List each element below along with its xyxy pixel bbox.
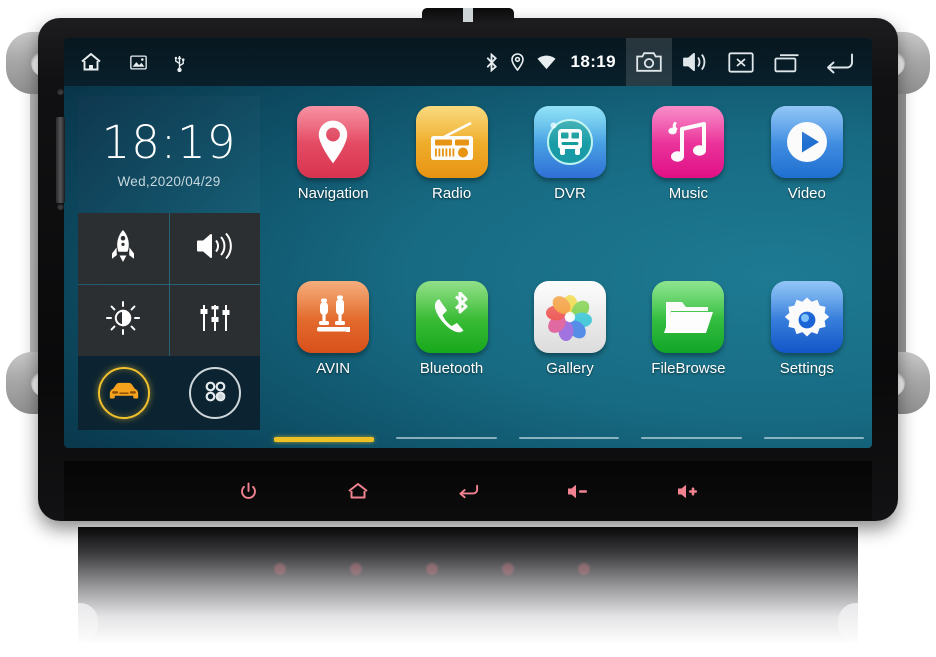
left-edge-ports — [52, 88, 74, 210]
home-button[interactable] — [341, 474, 375, 508]
hardware-button-strip — [64, 461, 872, 521]
clock-time: 18:19 — [101, 116, 237, 169]
folder-icon — [652, 281, 725, 353]
back-button[interactable] — [451, 474, 485, 508]
volume-down-button[interactable] — [561, 474, 595, 508]
app-label: Settings — [779, 360, 834, 377]
flower-icon — [533, 281, 606, 353]
home-screen: 18:19 Wed,2020/04/29 Navigation Radio DV… — [64, 86, 872, 448]
wifi-icon — [536, 55, 556, 70]
av-plug-icon — [297, 281, 370, 353]
clock-widget[interactable]: 18:19 Wed,2020/04/29 — [78, 96, 260, 213]
map-pin-icon — [297, 106, 370, 178]
car-mode-button[interactable] — [97, 367, 150, 419]
music-note-icon — [652, 106, 725, 178]
device-reflection — [78, 527, 858, 645]
app-music[interactable]: Music — [629, 98, 747, 273]
app-radio[interactable]: Radio — [392, 98, 510, 273]
app-gallery[interactable]: Gallery — [511, 273, 629, 448]
camera-button[interactable] — [626, 38, 672, 86]
app-label: Video — [787, 185, 826, 202]
home-icon[interactable] — [78, 50, 104, 74]
location-pin-icon — [510, 53, 524, 71]
usb-icon[interactable] — [173, 53, 186, 72]
app-video[interactable]: Video — [748, 98, 866, 273]
top-mount-slot — [463, 8, 473, 22]
app-label: DVR — [554, 185, 586, 202]
gear-icon — [770, 281, 843, 353]
recent-apps-button[interactable] — [764, 38, 810, 86]
status-bar-clock: 18:19 — [570, 52, 616, 71]
widget-dock — [78, 356, 260, 430]
app-filebrowse[interactable]: FileBrowse — [629, 273, 747, 448]
app-grid: Navigation Radio DVR Music Video AVIN Bl… — [260, 96, 872, 448]
screenshot-gallery-icon[interactable] — [130, 54, 147, 70]
app-bluetooth[interactable]: Bluetooth — [392, 273, 510, 448]
app-label: Bluetooth — [419, 360, 484, 377]
play-icon — [770, 106, 843, 178]
brightness-tile[interactable] — [78, 285, 169, 356]
volume-button[interactable] — [672, 38, 718, 86]
back-button[interactable] — [810, 38, 868, 86]
apps-dots-icon — [200, 376, 230, 411]
page-indicator-dot[interactable] — [396, 437, 497, 439]
app-navigation[interactable]: Navigation — [274, 98, 392, 273]
app-label: Navigation — [297, 185, 369, 202]
reset-pinhole[interactable] — [57, 203, 64, 210]
system-status-icons: 18:19 — [485, 52, 626, 72]
bt-phone-icon — [415, 281, 488, 353]
app-label: AVIN — [316, 360, 351, 377]
app-label: Radio — [431, 185, 472, 202]
close-icon[interactable] — [718, 38, 764, 86]
sd-indicator-hole — [57, 88, 64, 95]
all-apps-button[interactable] — [188, 367, 241, 419]
car-icon — [107, 380, 141, 407]
page-indicator-dot[interactable] — [518, 437, 620, 439]
quick-settings-tiles — [78, 213, 260, 356]
dashcam-icon — [533, 106, 606, 178]
speaker-waves-icon — [196, 231, 234, 266]
boost-tile[interactable] — [78, 213, 169, 284]
volume-up-button[interactable] — [671, 474, 705, 508]
app-label: Gallery — [546, 360, 594, 377]
sd-card-slot[interactable] — [56, 117, 65, 203]
page-indicator-dot[interactable] — [274, 437, 375, 442]
page-indicator — [274, 437, 865, 442]
equalizer-tile[interactable] — [169, 285, 260, 356]
power-button[interactable] — [231, 474, 265, 508]
app-dvr[interactable]: DVR — [511, 98, 629, 273]
clock-date: Wed,2020/04/29 — [117, 174, 221, 189]
rocket-icon — [109, 229, 137, 268]
volume-tile[interactable] — [169, 213, 260, 284]
brightness-icon — [106, 301, 141, 340]
touchscreen[interactable]: 18:19 18:19 Wed,2020/04/29 Navigation Ra… — [64, 38, 872, 448]
app-settings[interactable]: Settings — [748, 273, 866, 448]
app-label: FileBrowse — [651, 360, 726, 377]
widget-column: 18:19 Wed,2020/04/29 — [78, 96, 260, 448]
navigation-buttons — [626, 38, 868, 86]
bluetooth-icon — [485, 52, 498, 72]
page-indicator-dot[interactable] — [763, 437, 865, 439]
app-label: Music — [668, 185, 708, 202]
sliders-icon — [198, 303, 232, 338]
app-avin[interactable]: AVIN — [274, 273, 392, 448]
radio-icon — [415, 106, 488, 178]
page-indicator-dot[interactable] — [641, 437, 742, 439]
head-unit-device: 18:19 18:19 Wed,2020/04/29 Navigation Ra… — [38, 8, 898, 521]
status-bar: 18:19 — [64, 38, 872, 86]
